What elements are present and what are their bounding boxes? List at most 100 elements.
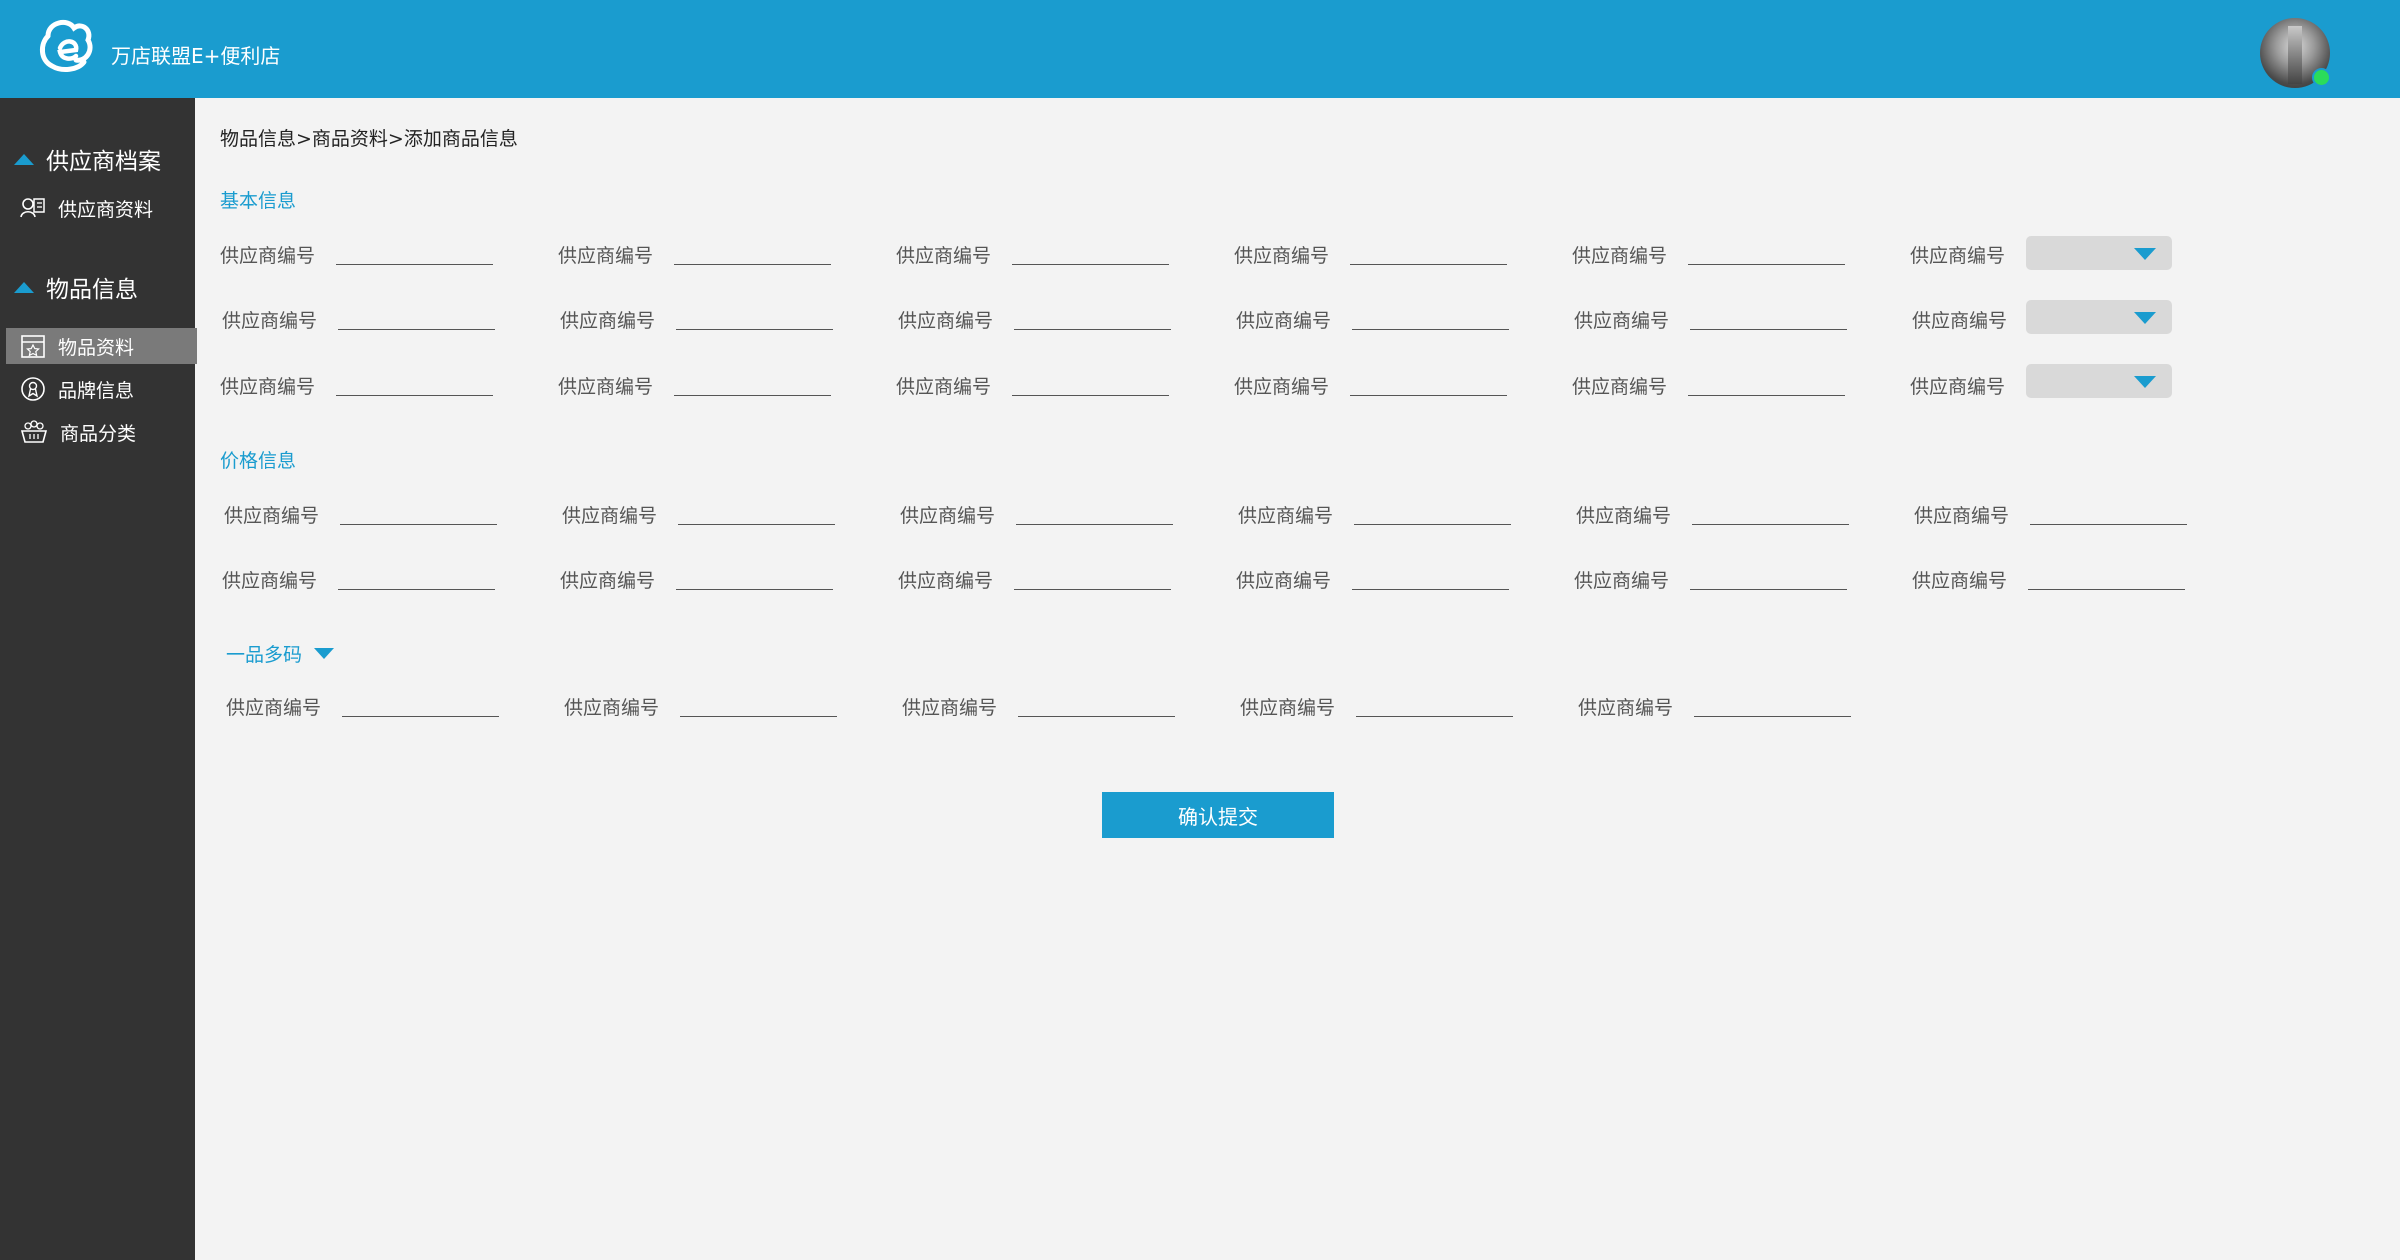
price-field-input[interactable] bbox=[1014, 568, 1171, 590]
product-box-icon bbox=[21, 335, 45, 358]
multi-code-field-input[interactable] bbox=[1694, 695, 1851, 717]
price-field-input[interactable] bbox=[1354, 503, 1511, 525]
field-label: 供应商编号 bbox=[1912, 310, 2008, 332]
field-label: 供应商编号 bbox=[902, 697, 998, 719]
field-label: 供应商编号 bbox=[560, 310, 656, 332]
basic-field-input[interactable] bbox=[1688, 243, 1845, 265]
field-label: 供应商编号 bbox=[896, 245, 992, 267]
chevron-down-icon bbox=[2134, 376, 2156, 388]
field-label: 供应商编号 bbox=[1234, 245, 1330, 267]
collapse-up-icon bbox=[14, 281, 34, 293]
sidebar-group-item-info[interactable]: 物品信息 bbox=[14, 270, 138, 304]
collapse-up-icon bbox=[14, 153, 34, 165]
field-label: 供应商编号 bbox=[564, 697, 660, 719]
chevron-down-icon bbox=[2134, 248, 2156, 260]
multi-code-field-input[interactable] bbox=[1356, 695, 1513, 717]
basic-field-input[interactable] bbox=[1014, 308, 1171, 330]
field-label: 供应商编号 bbox=[898, 310, 994, 332]
field-label: 供应商编号 bbox=[1578, 697, 1674, 719]
top-header: 万店联盟E+便利店 bbox=[0, 0, 2400, 98]
basic-field-input[interactable] bbox=[674, 243, 831, 265]
sidebar-item-label: 供应商资料 bbox=[58, 198, 154, 221]
field-label: 供应商编号 bbox=[1236, 310, 1332, 332]
field-label: 供应商编号 bbox=[1572, 245, 1668, 267]
category-basket-icon bbox=[20, 420, 48, 443]
basic-field-input[interactable] bbox=[1690, 308, 1847, 330]
field-label: 供应商编号 bbox=[1238, 505, 1334, 527]
field-label: 供应商编号 bbox=[1240, 697, 1336, 719]
field-label: 供应商编号 bbox=[1576, 505, 1672, 527]
field-label: 供应商编号 bbox=[558, 245, 654, 267]
price-field-input[interactable] bbox=[340, 503, 497, 525]
basic-field-input[interactable] bbox=[674, 374, 831, 396]
price-field-input[interactable] bbox=[1692, 503, 1849, 525]
basic-field-input[interactable] bbox=[338, 308, 495, 330]
field-label: 供应商编号 bbox=[896, 376, 992, 398]
field-label: 供应商编号 bbox=[1912, 570, 2008, 592]
sidebar-item-brand-info[interactable]: 品牌信息 bbox=[6, 371, 197, 407]
field-label: 供应商编号 bbox=[220, 245, 316, 267]
field-label: 供应商编号 bbox=[898, 570, 994, 592]
price-field-input[interactable] bbox=[1016, 503, 1173, 525]
field-label: 供应商编号 bbox=[1914, 505, 2010, 527]
section-toggle-multi-code[interactable]: 一品多码 bbox=[226, 640, 335, 667]
basic-field-input[interactable] bbox=[336, 243, 493, 265]
field-label: 供应商编号 bbox=[1572, 376, 1668, 398]
basic-field-select[interactable] bbox=[2026, 364, 2172, 398]
price-field-input[interactable] bbox=[1352, 568, 1509, 590]
field-label: 供应商编号 bbox=[560, 570, 656, 592]
price-field-input[interactable] bbox=[2030, 503, 2187, 525]
submit-button[interactable]: 确认提交 bbox=[1102, 792, 1334, 838]
field-label: 供应商编号 bbox=[900, 505, 996, 527]
field-label: 供应商编号 bbox=[1236, 570, 1332, 592]
field-label: 供应商编号 bbox=[1574, 310, 1670, 332]
sidebar-item-supplier-info[interactable]: 供应商资料 bbox=[6, 190, 197, 226]
chevron-down-icon bbox=[2134, 312, 2156, 324]
app-logo-icon bbox=[40, 19, 93, 72]
breadcrumb: 物品信息>商品资料>添加商品信息 bbox=[220, 128, 518, 150]
sidebar: 供应商档案 供应商资料 物品信息 物品资料 品牌信息 商品分类 bbox=[0, 98, 197, 1260]
basic-field-input[interactable] bbox=[676, 308, 833, 330]
section-title-basic: 基本信息 bbox=[220, 190, 297, 212]
price-field-input[interactable] bbox=[338, 568, 495, 590]
basic-field-input[interactable] bbox=[336, 374, 493, 396]
field-label: 供应商编号 bbox=[222, 570, 318, 592]
field-label: 供应商编号 bbox=[562, 505, 658, 527]
basic-field-select[interactable] bbox=[2026, 300, 2172, 334]
basic-field-input[interactable] bbox=[1352, 308, 1509, 330]
field-label: 供应商编号 bbox=[558, 376, 654, 398]
price-field-input[interactable] bbox=[676, 568, 833, 590]
brand-badge-icon bbox=[21, 377, 45, 401]
multi-code-field-input[interactable] bbox=[680, 695, 837, 717]
expand-down-icon bbox=[314, 648, 335, 659]
price-field-input[interactable] bbox=[678, 503, 835, 525]
field-label: 供应商编号 bbox=[224, 505, 320, 527]
sidebar-group-supplier-archive[interactable]: 供应商档案 bbox=[14, 142, 161, 176]
section-title-price: 价格信息 bbox=[220, 450, 297, 472]
multi-code-field-input[interactable] bbox=[1018, 695, 1175, 717]
basic-field-select[interactable] bbox=[2026, 236, 2172, 270]
sidebar-item-product-category[interactable]: 商品分类 bbox=[6, 414, 197, 450]
multi-code-field-input[interactable] bbox=[342, 695, 499, 717]
basic-field-input[interactable] bbox=[1012, 374, 1169, 396]
basic-field-input[interactable] bbox=[1688, 374, 1845, 396]
field-label: 供应商编号 bbox=[222, 310, 318, 332]
basic-field-input[interactable] bbox=[1350, 374, 1507, 396]
basic-field-input[interactable] bbox=[1350, 243, 1507, 265]
price-field-input[interactable] bbox=[2028, 568, 2185, 590]
price-field-input[interactable] bbox=[1690, 568, 1847, 590]
field-label: 供应商编号 bbox=[1234, 376, 1330, 398]
basic-field-input[interactable] bbox=[1012, 243, 1169, 265]
sidebar-item-product-data[interactable]: 物品资料 bbox=[6, 328, 197, 364]
sidebar-item-label: 物品资料 bbox=[58, 336, 135, 359]
field-label: 供应商编号 bbox=[1574, 570, 1670, 592]
field-label: 供应商编号 bbox=[1910, 376, 2006, 398]
field-label: 供应商编号 bbox=[1910, 245, 2006, 267]
supplier-card-icon bbox=[20, 198, 45, 218]
sidebar-group-label: 物品信息 bbox=[46, 277, 138, 303]
sidebar-group-label: 供应商档案 bbox=[46, 149, 161, 175]
sidebar-item-label: 商品分类 bbox=[60, 422, 137, 445]
section-title-label: 一品多码 bbox=[226, 644, 303, 666]
sidebar-item-label: 品牌信息 bbox=[58, 379, 135, 402]
field-label: 供应商编号 bbox=[220, 376, 316, 398]
